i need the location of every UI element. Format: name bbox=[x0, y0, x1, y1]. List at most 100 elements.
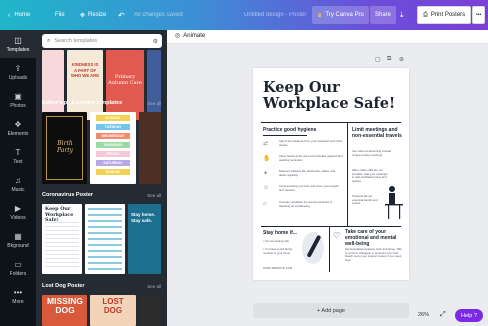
nav-label: Music bbox=[11, 186, 25, 193]
template-thumbnail[interactable]: Keep Our Workplace Safe! bbox=[42, 204, 82, 274]
divider bbox=[347, 122, 348, 226]
thumbnail-text: LOST DOG bbox=[102, 297, 124, 315]
nav-label: Elements bbox=[7, 130, 29, 137]
fullscreen-icon[interactable]: ⤢ bbox=[440, 311, 446, 319]
meetings-tip: Suspend all non-essential travels and ev… bbox=[352, 194, 378, 206]
zoom-level[interactable]: 26% bbox=[418, 312, 429, 318]
editor-toolbar: ◎ Animate bbox=[167, 30, 488, 44]
resize-icon: ✥ bbox=[80, 12, 86, 19]
share-button[interactable]: Share bbox=[370, 6, 397, 24]
poster-page[interactable]: Keep Our Workplace Safe! Practice good h… bbox=[253, 68, 409, 280]
section-title-coronavirus: Coronavirus Poster bbox=[42, 192, 94, 198]
filter-icon[interactable]: ⚙ bbox=[153, 38, 158, 45]
animate-label: Animate bbox=[183, 32, 206, 39]
search-templates-field[interactable]: ⌕ Search templates ⚙ bbox=[42, 34, 162, 48]
ellipsis-icon: ••• bbox=[13, 287, 23, 297]
hygiene-tip: Stay 6-feet distance from your coworkers… bbox=[279, 139, 343, 147]
see-all-link[interactable]: See all bbox=[147, 193, 161, 198]
nav-label: Text bbox=[13, 158, 23, 165]
thumbnail-text: Stay home. Stay safe. bbox=[131, 212, 156, 223]
text-icon: T bbox=[15, 147, 21, 157]
wellbeing-tip: Set boundaries between work and home. Ta… bbox=[345, 247, 402, 262]
video-icon: ▶ bbox=[14, 203, 22, 213]
chevron-left-icon: ‹ bbox=[8, 11, 11, 19]
hygiene-tip: Avoid touching your face and cover your … bbox=[279, 184, 339, 192]
thermometer-illustration bbox=[302, 232, 324, 264]
spray-icon: ✦ bbox=[263, 171, 269, 177]
crown-icon: ♛ bbox=[317, 12, 323, 19]
nav-music[interactable]: ♫ Music bbox=[0, 170, 36, 198]
stay-home-text: You have a sick family member in your ho… bbox=[263, 247, 293, 255]
try-canva-pro-button[interactable]: ♛ Try Canva Pro bbox=[312, 6, 369, 24]
see-all-link[interactable]: See all bbox=[147, 284, 161, 289]
resize-label: Resize bbox=[88, 12, 107, 18]
template-thumbnail[interactable] bbox=[85, 204, 125, 274]
shapes-icon: ❖ bbox=[14, 119, 22, 129]
section-heading-hygiene: Practice good hygiene bbox=[263, 127, 317, 133]
template-thumbnail[interactable]: KINDNESS IS A PART OF WHO WE ARE bbox=[67, 50, 103, 120]
page-note-icon[interactable]: ▢ bbox=[375, 56, 381, 63]
meetings-tip: Use video conferencing instead of face-t… bbox=[352, 149, 392, 157]
download-icon[interactable]: ⤓ bbox=[400, 0, 404, 30]
top-bar: ‹ Home File ✥ Resize ↶ All changes saved… bbox=[0, 0, 488, 30]
template-thumbnail[interactable]: LOST DOG bbox=[90, 295, 136, 326]
search-icon: ⌕ bbox=[47, 37, 51, 44]
stay-home-text: You are feeling sick bbox=[264, 239, 289, 243]
print-posters-button[interactable]: ⎙ Print Posters bbox=[417, 6, 472, 24]
thumbnail-text: Birth Party bbox=[56, 140, 73, 154]
add-page-icon[interactable]: ⊕ bbox=[399, 56, 404, 63]
home-label: Home bbox=[14, 12, 31, 18]
search-placeholder: Search templates bbox=[54, 38, 98, 44]
nav-elements[interactable]: ❖ Elements bbox=[0, 114, 36, 142]
help-button[interactable]: Help ? bbox=[455, 309, 483, 322]
duplicate-page-icon[interactable]: ⧉ bbox=[387, 56, 391, 63]
template-thumbnail[interactable] bbox=[139, 112, 161, 184]
upload-icon: ⇪ bbox=[14, 63, 22, 73]
template-thumbnail[interactable] bbox=[139, 295, 161, 326]
background-icon: ▦ bbox=[14, 231, 22, 241]
resize-button[interactable]: ✥ Resize bbox=[80, 0, 106, 30]
template-thumbnail[interactable]: Primary Autumn Care bbox=[106, 50, 144, 120]
animate-button[interactable]: ◎ Animate bbox=[175, 32, 206, 40]
print-label: Print Posters bbox=[430, 12, 466, 18]
file-menu[interactable]: File bbox=[55, 0, 65, 30]
template-thumbnail[interactable]: Stay home. Stay safe. bbox=[128, 204, 161, 274]
section-heading-meetings: Limit meetings and non-essential travels bbox=[352, 127, 402, 139]
nav-label: Templates bbox=[6, 46, 30, 53]
nav-folders[interactable]: ▭ Folders bbox=[0, 254, 36, 282]
nav-photos[interactable]: ▣ Photos bbox=[0, 86, 36, 114]
nav-uploads[interactable]: ⇪ Uploads bbox=[0, 58, 36, 86]
template-thumbnail[interactable] bbox=[147, 50, 161, 120]
nav-more[interactable]: ••• More bbox=[0, 282, 36, 310]
section-heading-wellbeing: Take care of your emotional and mental w… bbox=[345, 229, 397, 247]
weekday-label: SUNDAY bbox=[96, 169, 130, 175]
music-note-icon: ♫ bbox=[15, 175, 21, 185]
distance-icon: ⇄ bbox=[263, 141, 269, 147]
printer-icon: ⎙ bbox=[423, 11, 428, 18]
section-title-editors-pick: Editor's pick creator templates bbox=[42, 100, 123, 106]
document-title[interactable]: Untitled design - Poster bbox=[244, 0, 306, 30]
template-thumbnail[interactable]: MISSING DOG bbox=[42, 295, 87, 326]
weekday-label: TUESDAY bbox=[96, 124, 130, 130]
template-thumbnail[interactable]: Birth Party bbox=[42, 112, 87, 184]
add-page-button[interactable]: + Add page bbox=[253, 303, 409, 318]
nav-background[interactable]: ▦ Bkground bbox=[0, 226, 36, 254]
template-thumbnail[interactable]: MONDAY TUESDAY WEDNESDAY THURSDAY FRIDAY… bbox=[90, 112, 136, 184]
ventilation-icon: ⌂ bbox=[263, 201, 267, 207]
weekday-label: WEDNESDAY bbox=[96, 133, 130, 139]
nav-text[interactable]: T Text bbox=[0, 142, 36, 170]
thumbnail-lines bbox=[45, 222, 79, 270]
see-all-link[interactable]: See all bbox=[147, 101, 161, 106]
undo-icon[interactable]: ↶ bbox=[118, 0, 125, 30]
more-options-button[interactable]: ••• bbox=[472, 6, 486, 24]
nav-label: Uploads bbox=[8, 74, 28, 81]
nav-templates[interactable]: ◫ Templates bbox=[0, 30, 36, 58]
website-footer: WWW.WEBSITE.COM bbox=[263, 267, 293, 270]
template-thumbnail[interactable] bbox=[42, 50, 64, 120]
divider bbox=[261, 122, 401, 123]
nav-videos[interactable]: ▶ Videos bbox=[0, 198, 36, 226]
thumbnail-lines bbox=[88, 208, 122, 270]
underline bbox=[263, 135, 307, 136]
home-button[interactable]: ‹ Home bbox=[8, 0, 30, 30]
thumbnail-text: Primary Autumn Care bbox=[108, 74, 142, 86]
